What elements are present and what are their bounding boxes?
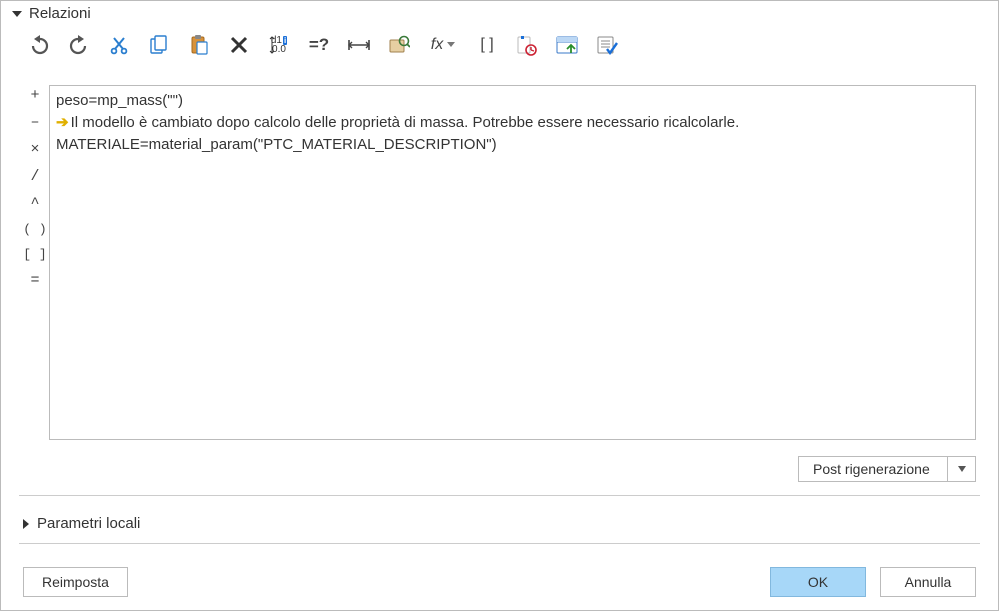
op-equals[interactable]: = (21, 272, 49, 289)
editor-line: MATERIALE=material_param("PTC_MATERIAL_D… (56, 134, 969, 156)
op-minus[interactable]: – (21, 114, 49, 131)
cancel-button[interactable]: Annulla (880, 567, 976, 597)
relations-panel: Relazioni (0, 0, 999, 611)
operator-column: + – × / ^ ( ) [ ] = (21, 85, 49, 440)
ok-button[interactable]: OK (770, 567, 866, 597)
chevron-down-icon (11, 8, 23, 20)
op-brackets[interactable]: [ ] (21, 247, 49, 262)
dimension-format-button[interactable]: d1i 0.0 (263, 30, 295, 60)
parameter-list-button[interactable] (551, 30, 583, 60)
dropdown-toggle[interactable] (948, 456, 976, 482)
divider (19, 543, 980, 544)
chevron-right-icon (21, 518, 31, 530)
section-title: Relazioni (29, 5, 91, 22)
editor-line: peso=mp_mass("") (56, 90, 969, 112)
footer: Reimposta OK Annulla (1, 554, 998, 610)
unit-info-button[interactable] (511, 30, 543, 60)
params-title: Parametri locali (37, 515, 140, 532)
section-relazioni-header[interactable]: Relazioni (1, 1, 998, 26)
op-parens[interactable]: ( ) (21, 222, 49, 237)
op-slash[interactable]: / (21, 168, 49, 185)
op-plus[interactable]: + (21, 87, 49, 104)
verify-button[interactable] (591, 30, 623, 60)
evaluation-time-dropdown[interactable]: Post rigenerazione (798, 456, 976, 482)
warning-arrow-icon: ➔ (56, 112, 69, 134)
section-parametri-locali-header[interactable]: Parametri locali (21, 515, 140, 532)
editor-area: + – × / ^ ( ) [ ] = peso=mp_mass("") ➔ I… (21, 85, 976, 440)
measure-button[interactable] (343, 30, 375, 60)
toolbar: d1i 0.0 =? (1, 26, 998, 66)
copy-button[interactable] (143, 30, 175, 60)
function-button[interactable]: fx (423, 30, 463, 60)
evaluate-button[interactable]: =? (303, 30, 335, 60)
undo-button[interactable] (23, 30, 55, 60)
divider (19, 495, 980, 496)
cut-button[interactable] (103, 30, 135, 60)
brackets-button[interactable]: [ ] (471, 30, 503, 60)
redo-button[interactable] (63, 30, 95, 60)
paste-button[interactable] (183, 30, 215, 60)
op-times[interactable]: × (21, 141, 49, 158)
editor-line-warning: ➔ Il modello è cambiato dopo calcolo del… (56, 112, 969, 134)
reset-button[interactable]: Reimposta (23, 567, 128, 597)
dropdown-selected-label: Post rigenerazione (798, 456, 948, 482)
delete-button[interactable] (223, 30, 255, 60)
relation-editor[interactable]: peso=mp_mass("") ➔ Il modello è cambiato… (49, 85, 976, 440)
op-caret[interactable]: ^ (21, 195, 49, 212)
feature-info-button[interactable] (383, 30, 415, 60)
